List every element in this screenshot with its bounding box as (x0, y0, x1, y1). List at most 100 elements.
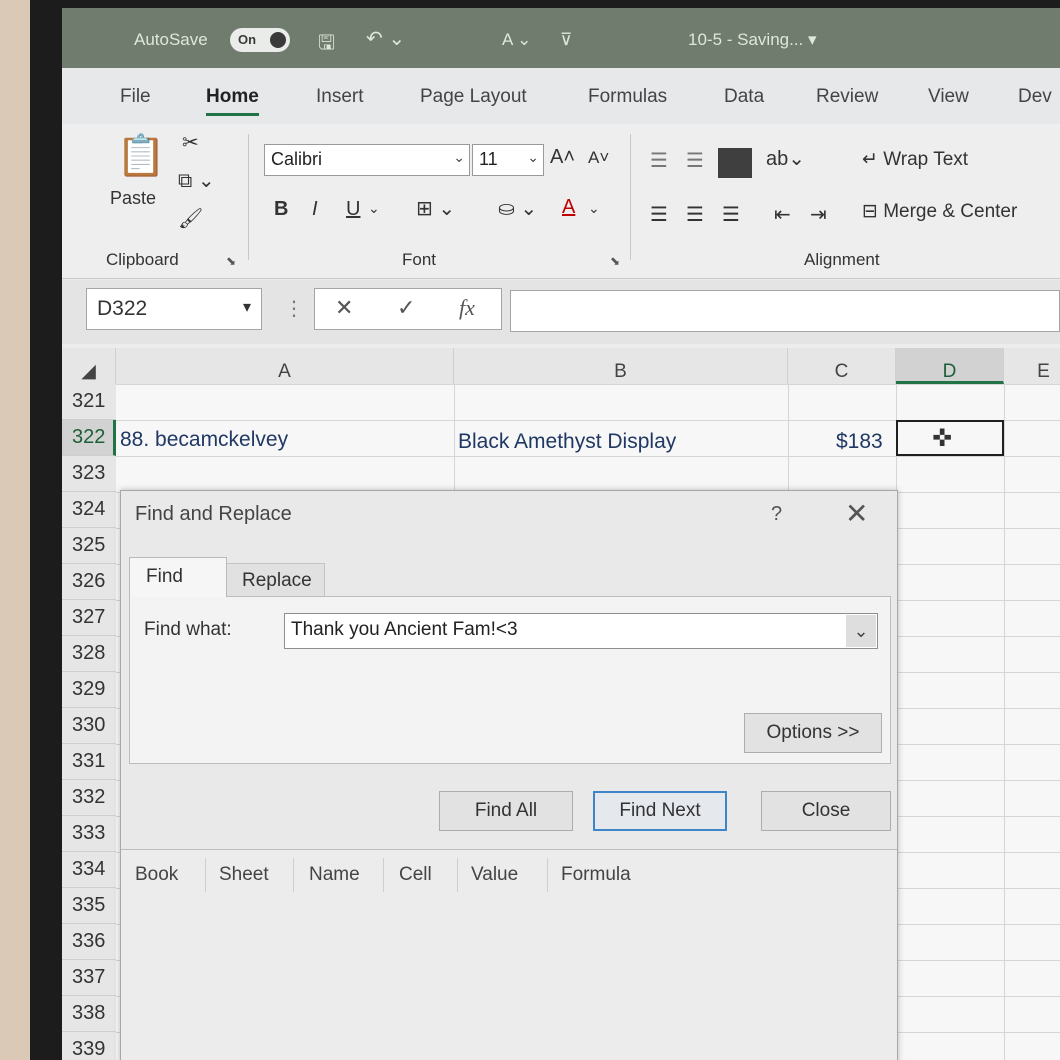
options-button[interactable]: Options >> (744, 713, 882, 753)
cell-cursor-icon: ✜ (932, 425, 953, 452)
chevron-down-icon[interactable]: ▾ (243, 297, 251, 317)
column-header-e[interactable]: E (1004, 348, 1060, 384)
row-header[interactable]: 325 (62, 528, 116, 564)
copy-icon[interactable]: ⧉ ⌄ (178, 168, 215, 193)
tab-formulas[interactable]: Formulas (588, 86, 667, 108)
tab-view[interactable]: View (928, 86, 969, 108)
results-column-cell[interactable]: Cell (399, 864, 432, 886)
row-header[interactable]: 337 (62, 960, 116, 996)
close-button[interactable]: Close (761, 791, 891, 831)
select-all-corner[interactable]: ◢ (62, 348, 116, 384)
font-name-select[interactable]: Calibri ⌄ (264, 144, 470, 176)
row-header[interactable]: 339 (62, 1032, 116, 1060)
cell-a322[interactable]: 88. becamckelvey (120, 428, 288, 452)
column-header-a[interactable]: A (116, 348, 454, 384)
chevron-down-icon[interactable]: ⌄ (368, 200, 380, 217)
formula-input[interactable] (510, 290, 1060, 332)
find-what-input[interactable]: Thank you Ancient Fam!<3 (284, 613, 878, 649)
tab-home[interactable]: Home (206, 86, 259, 116)
wrap-text-button[interactable]: ↵ Wrap Text (862, 148, 968, 171)
find-next-button[interactable]: Find Next (593, 791, 727, 831)
row-header[interactable]: 330 (62, 708, 116, 744)
italic-button[interactable]: I (312, 198, 318, 221)
tab-data[interactable]: Data (724, 86, 764, 108)
undo-icon[interactable]: ↶ ⌄ (366, 26, 405, 51)
results-column-name[interactable]: Name (309, 864, 360, 886)
borders-icon[interactable]: ⊞ ⌄ (416, 196, 455, 221)
row-header[interactable]: 323 (62, 456, 116, 492)
row-header[interactable]: 327 (62, 600, 116, 636)
results-list[interactable]: Book Sheet Name Cell Value Formula (121, 849, 897, 1060)
underline-button[interactable]: U (346, 198, 360, 221)
results-column-book[interactable]: Book (135, 864, 178, 886)
more-options-icon[interactable]: ⋮ (284, 296, 304, 321)
font-size-select[interactable]: 11 ⌄ (472, 144, 544, 176)
font-color-button[interactable]: A (562, 196, 575, 219)
row-header[interactable]: 322 (62, 420, 116, 456)
row-header[interactable]: 334 (62, 852, 116, 888)
font-quick-icon[interactable]: A ⌄ (502, 30, 531, 50)
tab-review[interactable]: Review (816, 86, 878, 108)
increase-indent-icon[interactable]: ⇥ (810, 202, 827, 227)
chevron-down-icon[interactable]: ⌄ (846, 615, 876, 647)
results-column-sheet[interactable]: Sheet (219, 864, 269, 886)
tab-insert[interactable]: Insert (316, 86, 364, 108)
name-box[interactable]: D322 ▾ (86, 288, 262, 330)
cell-c322[interactable]: $183 (836, 430, 883, 454)
decrease-font-icon[interactable]: A˅ (588, 148, 609, 168)
save-icon[interactable]: 🖫 (318, 28, 335, 62)
column-header-c[interactable]: C (788, 348, 896, 384)
clipboard-launcher-icon[interactable]: ⬊ (226, 254, 236, 268)
orientation-icon[interactable]: ab⌄ (766, 146, 805, 171)
font-launcher-icon[interactable]: ⬊ (610, 254, 620, 268)
cut-icon[interactable]: ✂ (182, 130, 199, 155)
column-header-d[interactable]: D (896, 348, 1004, 384)
tab-file[interactable]: File (120, 86, 151, 108)
increase-font-icon[interactable]: A˄ (550, 146, 575, 169)
paste-icon[interactable]: 📋 (116, 132, 166, 179)
chevron-down-icon[interactable]: ⌄ (588, 200, 600, 217)
enter-icon[interactable]: ✓ (397, 295, 415, 321)
insert-function-icon[interactable]: fx (459, 295, 475, 321)
column-header-b[interactable]: B (454, 348, 788, 384)
row-header[interactable]: 329 (62, 672, 116, 708)
fill-color-icon[interactable]: ⛀ ⌄ (498, 196, 537, 221)
format-painter-icon[interactable]: 🖌 (178, 206, 203, 231)
row-header[interactable]: 338 (62, 996, 116, 1032)
align-left-icon[interactable]: ☰ (650, 202, 668, 227)
document-title[interactable]: 10-5 - Saving... ▾ (688, 30, 817, 50)
tab-find[interactable]: Find (129, 557, 227, 597)
row-header[interactable]: 333 (62, 816, 116, 852)
align-middle-icon[interactable]: ☰ (686, 148, 704, 173)
customize-toolbar-icon[interactable]: ⊽ (560, 30, 572, 50)
row-header[interactable]: 335 (62, 888, 116, 924)
row-header[interactable]: 326 (62, 564, 116, 600)
tab-developer[interactable]: Dev (1018, 86, 1052, 108)
row-header[interactable]: 336 (62, 924, 116, 960)
help-button[interactable]: ? (771, 503, 782, 526)
decrease-indent-icon[interactable]: ⇤ (774, 202, 791, 227)
paste-button[interactable]: Paste (110, 188, 156, 209)
find-all-button[interactable]: Find All (439, 791, 573, 831)
dialog-title: Find and Replace (135, 503, 292, 525)
row-header[interactable]: 321 (62, 384, 116, 420)
results-column-formula[interactable]: Formula (561, 864, 631, 886)
align-top-icon[interactable]: ☰ (650, 148, 668, 173)
close-icon[interactable]: ✕ (845, 497, 868, 530)
align-bottom-icon[interactable] (718, 148, 752, 178)
merge-center-button[interactable]: ⊟ Merge & Center (862, 200, 1017, 223)
cell-b322[interactable]: Black Amethyst Display (458, 430, 676, 454)
row-header[interactable]: 328 (62, 636, 116, 672)
row-header[interactable]: 332 (62, 780, 116, 816)
row-header[interactable]: 331 (62, 744, 116, 780)
cancel-icon[interactable]: ✕ (335, 295, 353, 321)
merge-center-icon: ⊟ (862, 201, 884, 222)
align-right-icon[interactable]: ☰ (722, 202, 740, 227)
autosave-toggle[interactable]: On (230, 28, 290, 52)
tab-page-layout[interactable]: Page Layout (420, 86, 527, 108)
row-header[interactable]: 324 (62, 492, 116, 528)
align-center-icon[interactable]: ☰ (686, 202, 704, 227)
tab-replace[interactable]: Replace (225, 563, 325, 597)
bold-button[interactable]: B (274, 198, 288, 221)
results-column-value[interactable]: Value (471, 864, 518, 886)
